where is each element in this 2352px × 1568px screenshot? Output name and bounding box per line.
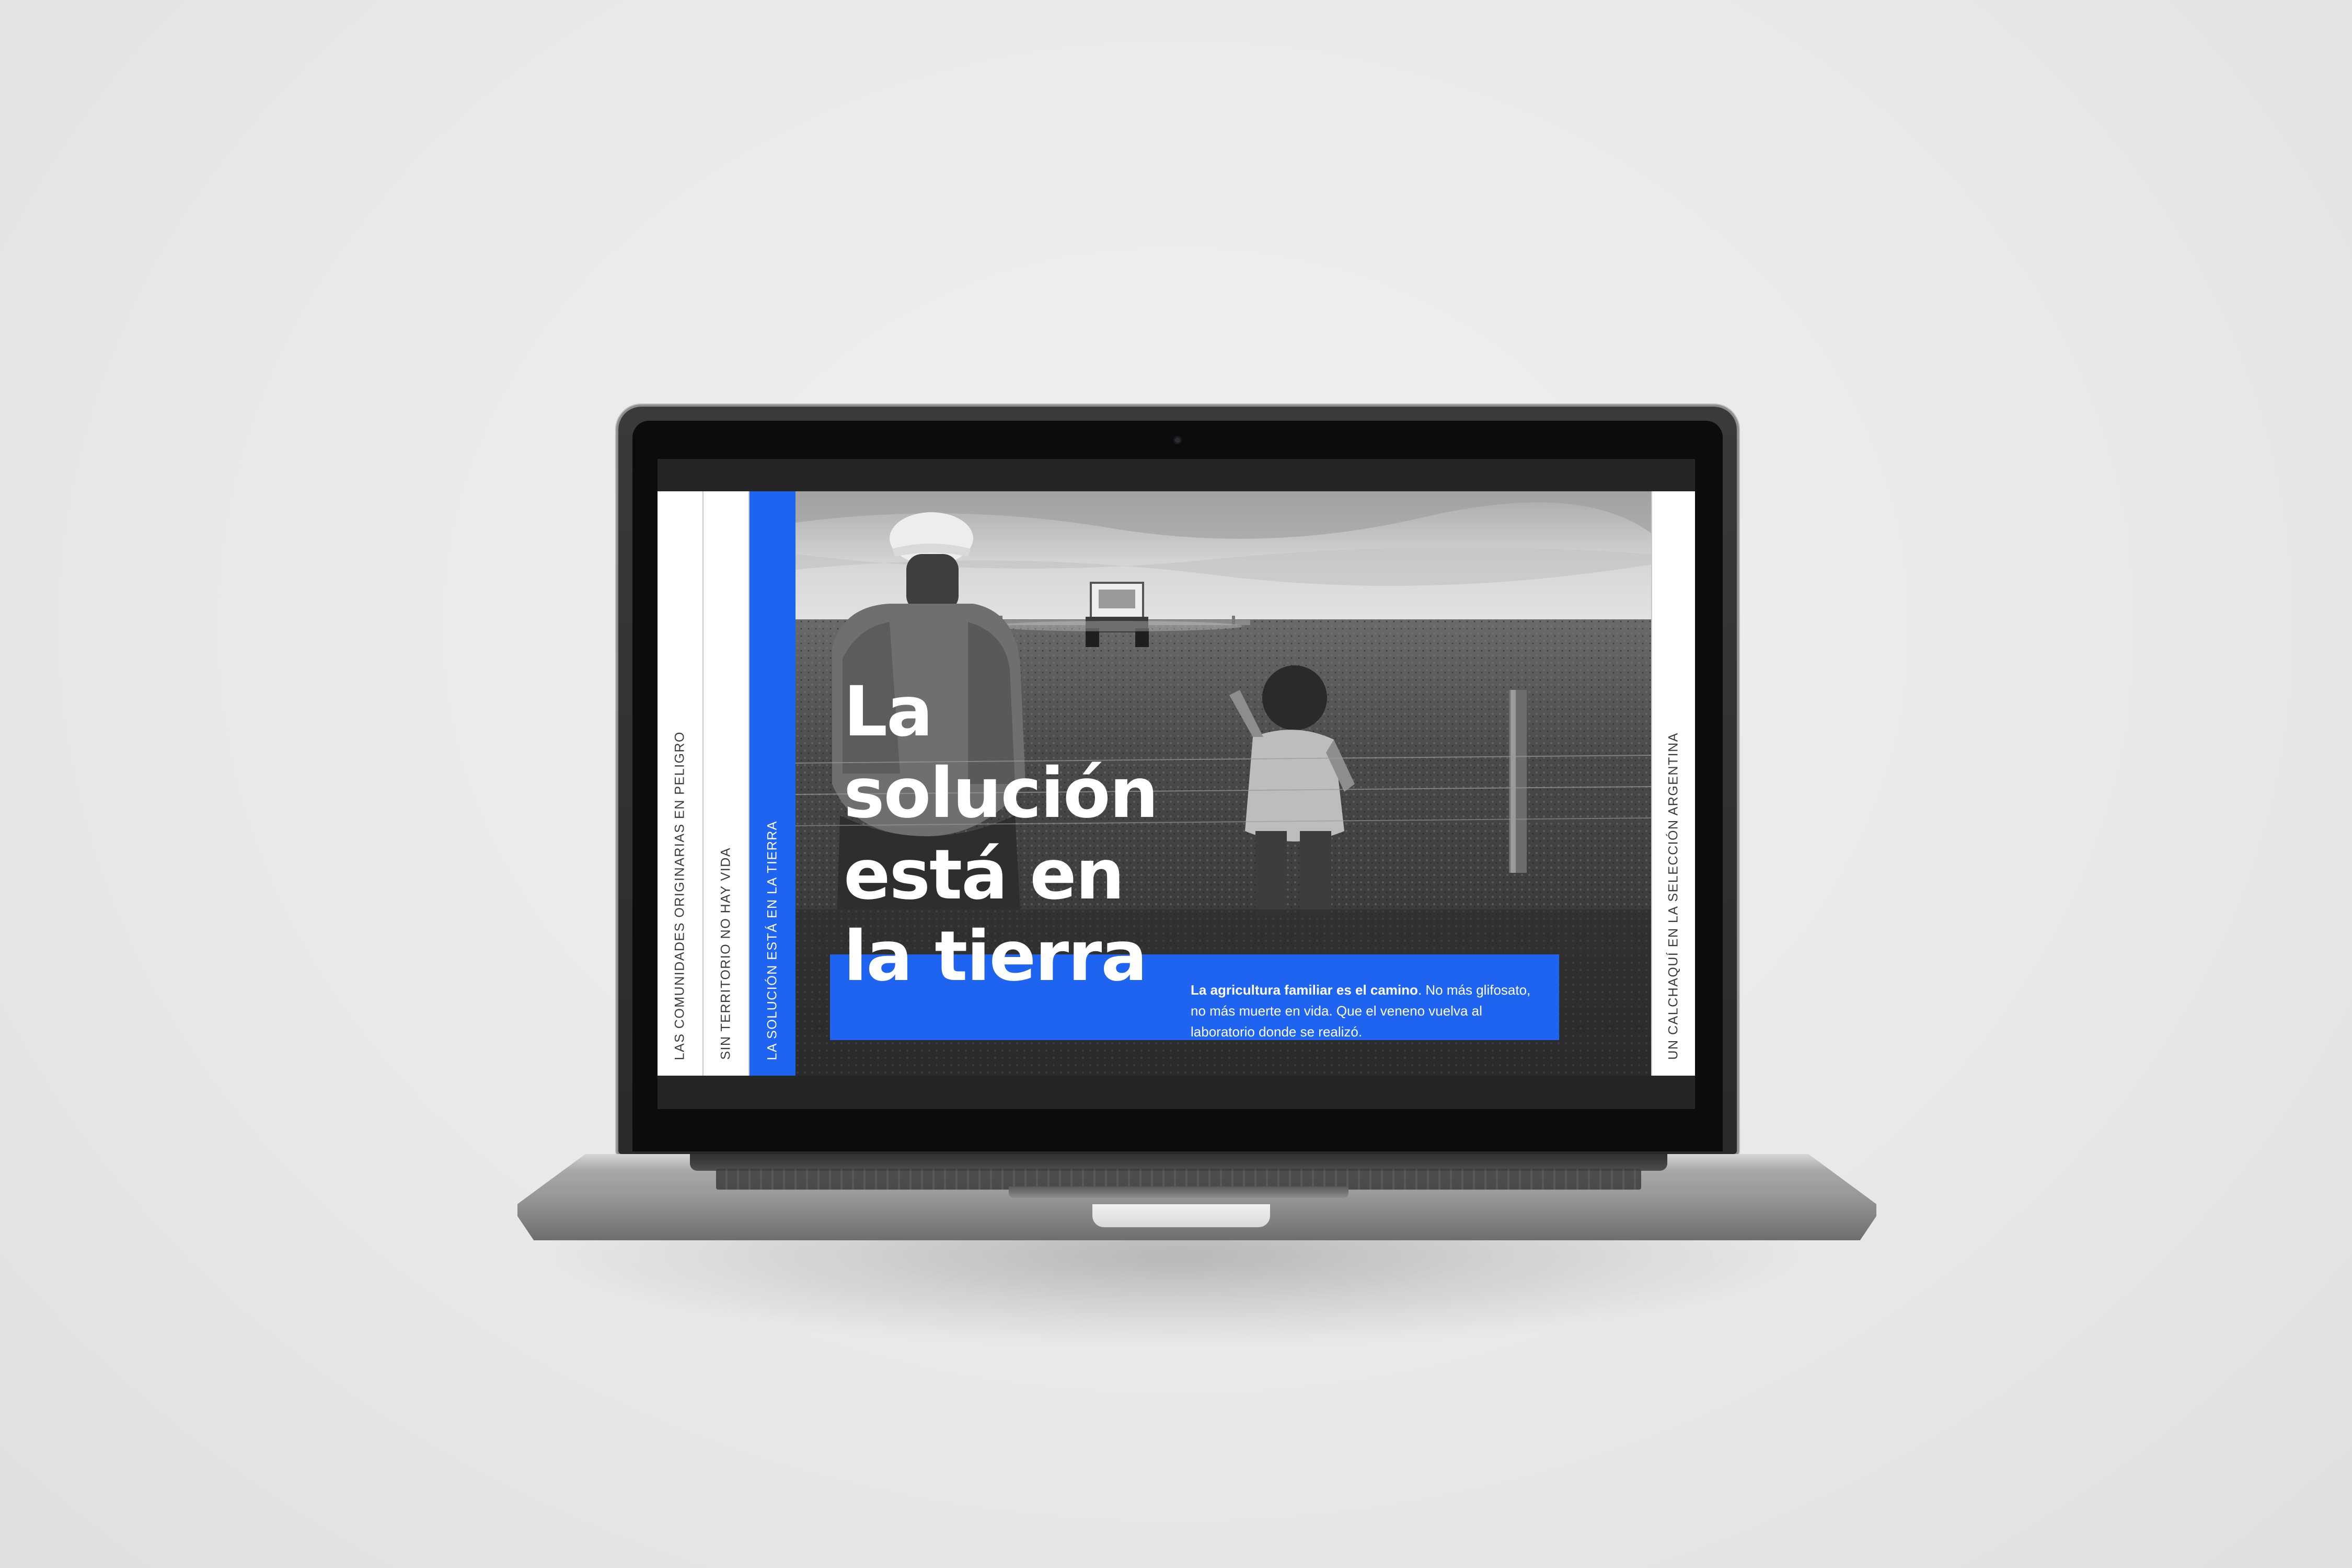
side-column-right-label: UN CALCHAQUÍ EN LA SELECCIÓN ARGENTINA [1666,732,1681,1060]
side-column-2-label: SIN TERRITORIO NO HAY VIDA [718,847,733,1060]
hero-blurb: La agricultura familiar es el camino. No… [1191,979,1536,1042]
hero-photo: La solución está en la tierra La agricul… [795,491,1651,1076]
side-column-3-active[interactable]: LA SOLUCIÓN ESTÁ EN LA TIERRA [750,491,795,1076]
screen-bottom-bar [658,1076,1695,1109]
lid-opening-notch [1092,1204,1270,1227]
side-column-3-label: LA SOLUCIÓN ESTÁ EN LA TIERRA [765,820,780,1060]
side-column-1-label: LAS COMUNIDADES ORIGINARIAS EN PELIGRO [672,731,687,1060]
headline-line-1: La [844,672,933,752]
laptop-screen: LAS COMUNIDADES ORIGINARIAS EN PELIGRO S… [658,459,1695,1109]
webcam-icon [1173,436,1182,444]
headline-line-3: está en [844,835,1125,915]
website-page: LAS COMUNIDADES ORIGINARIAS EN PELIGRO S… [658,491,1695,1076]
side-column-2[interactable]: SIN TERRITORIO NO HAY VIDA [704,491,750,1076]
trackpad-edge [1009,1186,1348,1198]
hero-headline: La solución está en la tierra [844,671,1159,997]
headline-line-2: solución [844,753,1159,834]
side-column-1[interactable]: LAS COMUNIDADES ORIGINARIAS EN PELIGRO [658,491,704,1076]
side-column-right[interactable]: UN CALCHAQUÍ EN LA SELECCIÓN ARGENTINA [1651,491,1695,1076]
hero-blurb-bold: La agricultura familiar es el camino [1191,982,1418,998]
headline-line-4: la tierra [844,916,1147,997]
screen-top-bar [658,459,1695,491]
